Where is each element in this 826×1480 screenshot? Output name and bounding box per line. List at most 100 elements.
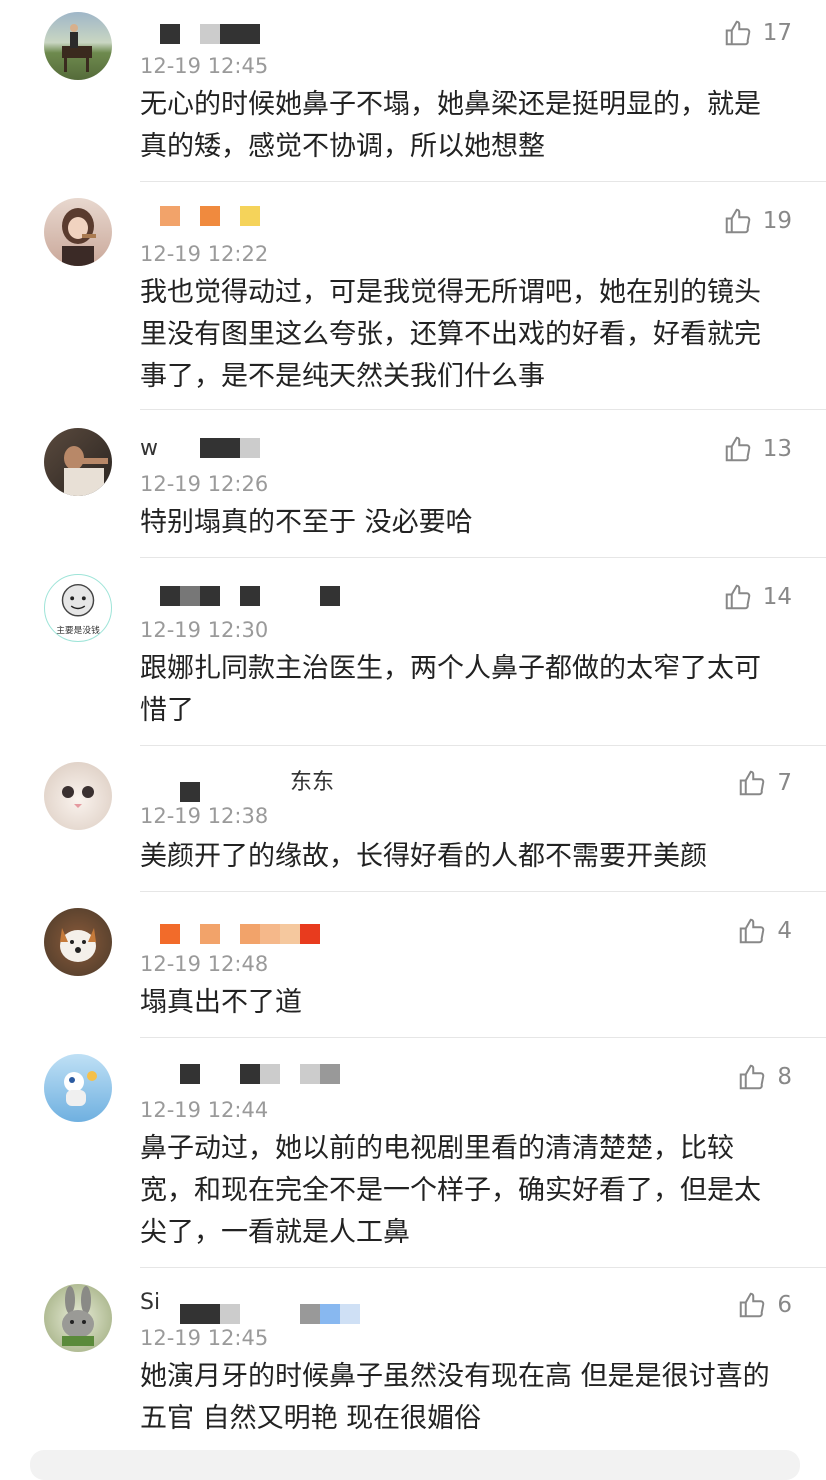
mosaic-block — [280, 924, 300, 944]
comment-timestamp: 12-19 12:22 — [140, 242, 269, 266]
avatar[interactable] — [44, 1054, 112, 1122]
comment-timestamp: 12-19 12:44 — [140, 1098, 269, 1122]
mosaic-block — [300, 924, 320, 944]
comment-item: 12-19 12:45 17 无心的时候她鼻子不塌，她鼻梁还是挺明显的，就是真的… — [0, 0, 826, 182]
mosaic-block — [220, 586, 240, 606]
mosaic-block — [280, 1064, 300, 1084]
mosaic-block — [260, 1064, 280, 1084]
like-button[interactable]: 14 — [723, 582, 792, 612]
comment-timestamp: 12-19 12:30 — [140, 618, 269, 642]
mosaic-block — [220, 24, 240, 44]
avatar[interactable] — [44, 762, 112, 830]
mosaic-block — [160, 24, 180, 44]
mosaic-block — [180, 1304, 200, 1324]
mosaic-block — [200, 586, 220, 606]
avatar[interactable]: 主要是没钱 — [44, 574, 112, 642]
comment-timestamp: 12-19 12:45 — [140, 54, 269, 78]
username[interactable] — [140, 206, 340, 228]
mosaic-block — [280, 24, 300, 44]
like-button[interactable]: 6 — [737, 1290, 792, 1320]
username[interactable]: 东东 — [140, 772, 360, 802]
mosaic-block — [200, 782, 220, 802]
username[interactable] — [140, 586, 380, 608]
like-count: 7 — [777, 770, 792, 796]
thumbs-up-icon — [725, 584, 750, 610]
mosaic-block — [240, 586, 260, 606]
username-mosaic — [180, 1304, 360, 1326]
mosaic-block — [200, 438, 220, 458]
like-button[interactable]: 7 — [737, 768, 792, 798]
comment-item: 12-19 12:48 4 塌真出不了道 — [0, 892, 826, 1038]
username-mosaic — [160, 24, 300, 46]
like-count: 19 — [762, 208, 792, 234]
mosaic-block — [240, 24, 260, 44]
mosaic-block — [160, 782, 180, 802]
mosaic-block — [200, 1304, 220, 1324]
mosaic-block — [260, 924, 280, 944]
mosaic-block — [160, 206, 180, 226]
thumbs-up-icon — [740, 1292, 765, 1318]
mosaic-block — [220, 1064, 240, 1084]
mosaic-block — [240, 782, 260, 802]
username-mosaic — [160, 586, 340, 608]
thumbs-up-icon — [725, 208, 750, 234]
mosaic-block — [160, 586, 180, 606]
like-button[interactable]: 19 — [723, 206, 792, 236]
like-button[interactable]: 13 — [723, 434, 792, 464]
mosaic-block — [200, 24, 220, 44]
username-mosaic — [160, 206, 260, 228]
comment-text: 美颜开了的缘故，长得好看的人都不需要开美颜 — [140, 841, 707, 872]
comment-item: w 12-19 12:26 13 特别塌真的不至于 没必要哈 — [0, 410, 826, 558]
comment-timestamp: 12-19 12:45 — [140, 1326, 269, 1350]
mosaic-block — [240, 924, 260, 944]
mosaic-block — [260, 1304, 280, 1324]
like-button[interactable]: 4 — [737, 916, 792, 946]
mosaic-block — [180, 924, 200, 944]
avatar[interactable] — [44, 428, 112, 496]
comment-text: 跟娜扎同款主治医生，两个人鼻子都做的太窄了太可惜了 — [140, 653, 761, 726]
username-text: w — [140, 436, 158, 461]
mosaic-block — [240, 1304, 260, 1324]
comment-item: 东东 12-19 12:38 7 美颜开了的缘故，长得好看的人都不需要开美颜 — [0, 746, 826, 892]
avatar[interactable] — [44, 908, 112, 976]
avatar[interactable] — [44, 198, 112, 266]
username[interactable] — [140, 924, 380, 946]
mosaic-block — [220, 206, 240, 226]
mosaic-block — [180, 782, 200, 802]
like-button[interactable]: 8 — [737, 1062, 792, 1092]
mosaic-block — [220, 924, 240, 944]
mosaic-block — [220, 438, 240, 458]
comment-item: 12-19 12:22 19 我也觉得动过，可是我觉得无所谓吧，她在别的镜头里没… — [0, 182, 826, 410]
mosaic-block — [320, 586, 340, 606]
mosaic-block — [220, 1304, 240, 1324]
avatar[interactable] — [44, 12, 112, 80]
username[interactable] — [140, 24, 340, 46]
comment-input-bar[interactable] — [30, 1450, 800, 1480]
mosaic-block — [160, 924, 180, 944]
like-button[interactable]: 17 — [723, 18, 792, 48]
thumbs-up-icon — [725, 436, 750, 462]
mosaic-block — [340, 1304, 360, 1324]
username-mosaic — [180, 1064, 340, 1086]
thumbs-up-icon — [740, 1064, 765, 1090]
comment-item: 主要是没钱 12-19 12:30 14 跟娜扎同款主治医生，两个人鼻子都做的太… — [0, 558, 826, 746]
mosaic-block — [240, 206, 260, 226]
mosaic-block — [200, 924, 220, 944]
like-count: 17 — [762, 20, 792, 46]
username[interactable]: Si — [140, 1292, 420, 1324]
like-count: 8 — [777, 1064, 792, 1090]
comment-text: 特别塌真的不至于 没必要哈 — [140, 507, 473, 538]
mosaic-block — [280, 586, 300, 606]
mosaic-block — [200, 206, 220, 226]
mosaic-block — [200, 1064, 220, 1084]
mosaic-block — [300, 586, 320, 606]
username-mosaic — [160, 924, 320, 946]
like-count: 4 — [777, 918, 792, 944]
mosaic-block — [320, 1304, 340, 1324]
mosaic-block — [280, 1304, 300, 1324]
avatar[interactable] — [44, 1284, 112, 1352]
username[interactable]: w — [140, 438, 340, 460]
username[interactable] — [140, 1064, 400, 1086]
mosaic-block — [260, 586, 280, 606]
mosaic-block — [240, 438, 260, 458]
